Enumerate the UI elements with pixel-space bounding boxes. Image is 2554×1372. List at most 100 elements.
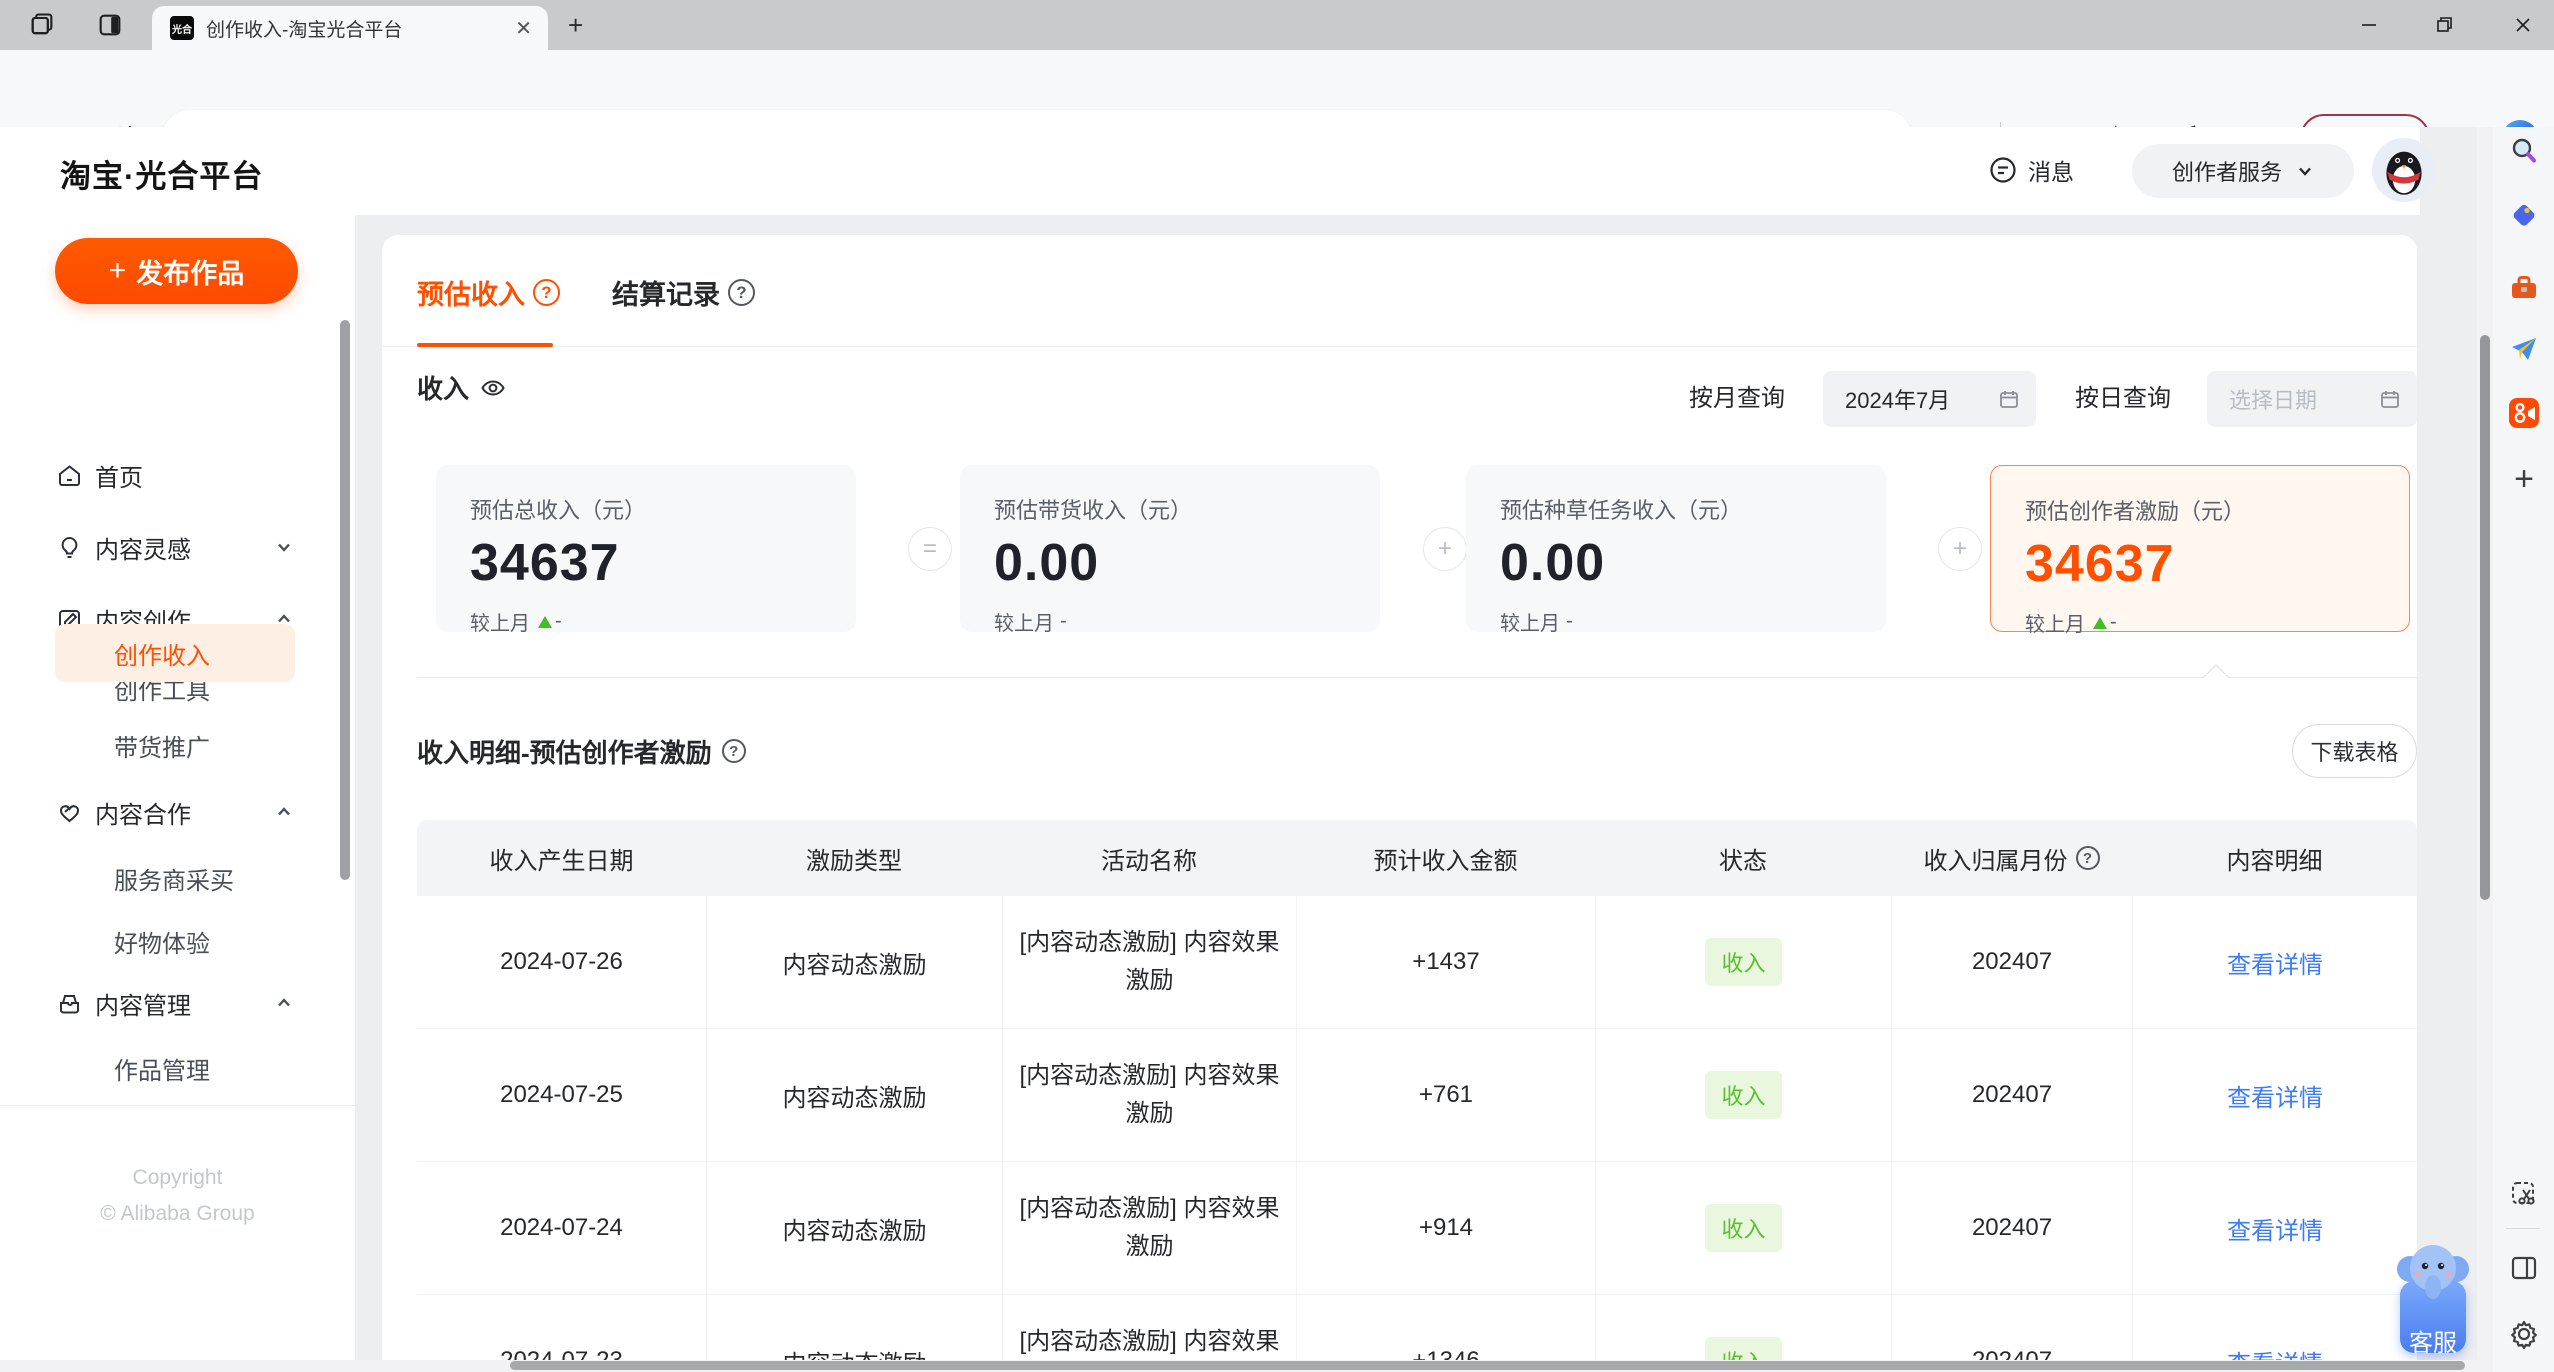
sidebar-search-icon[interactable] [2506, 133, 2542, 169]
customer-service-widget[interactable]: 客服 [2396, 1235, 2470, 1365]
sidebar-item-creation-income[interactable]: 创作收入 [55, 624, 295, 682]
table-row: 2024-07-24 内容动态激励 [内容动态激励] 内容效果激励 +914 收… [417, 1162, 2417, 1295]
status-badge: 收入 [1705, 1071, 1782, 1119]
col-income-month: 收入归属月份? [1891, 820, 2132, 896]
col-date: 收入产生日期 [489, 847, 634, 875]
sidebar-item-service-purchase[interactable]: 服务商采买 [0, 850, 355, 906]
publish-work-button[interactable]: + 发布作品 [55, 238, 298, 304]
archive-icon [60, 994, 79, 1013]
help-icon[interactable]: ? [533, 279, 560, 306]
copyright-text: Copyright © Alibaba Group [100, 1166, 255, 1225]
sidebar-item-home[interactable]: 首页 [0, 447, 355, 503]
edge-sidebar-rail: + [2493, 127, 2554, 1372]
add-to-sidebar-icon[interactable]: + [2506, 460, 2542, 498]
detail-section-title: 收入明细-预估创作者激励 [417, 737, 712, 768]
table-header-row: 收入产生日期 激励类型 活动名称 预计收入金额 状态 收入归属月份? 内容明细 [417, 820, 2417, 896]
eye-icon[interactable] [479, 374, 507, 402]
kuaishou-icon[interactable] [2506, 395, 2542, 431]
browser-titlebar: 光合 创作收入-淘宝光合平台 ✕ + [0, 0, 2554, 50]
chevron-up-icon [278, 998, 290, 1007]
sidebar-item-product-experience[interactable]: 好物体验 [0, 913, 355, 969]
trend-up-icon [538, 615, 552, 628]
messages-button[interactable]: 消息 [1988, 153, 2074, 187]
card-sales-income: 预估带货收入（元） 0.00 较上月 - [960, 465, 1380, 635]
col-activity-name: 活动名称 [1101, 847, 1197, 875]
plus-icon: + [108, 254, 127, 287]
creator-service-label: 创作者服务 [2171, 160, 2282, 185]
card-seeding-task-income: 预估种草任务收入（元） 0.00 较上月 - [1466, 465, 1886, 635]
trend-up-icon [2093, 616, 2107, 629]
month-picker-input[interactable]: 2024年7月 [1823, 371, 2036, 427]
plus-operator: + [1938, 527, 1982, 571]
message-icon [1990, 157, 2016, 183]
new-tab-button[interactable]: + [568, 10, 583, 41]
handshake-heart-icon [59, 804, 80, 822]
card-creator-incentive[interactable]: 预估创作者激励（元） 34637 较上月 - [1990, 465, 2410, 636]
income-detail-table: 收入产生日期 激励类型 活动名称 预计收入金额 状态 收入归属月份? 内容明细 … [417, 820, 2417, 1372]
page-horizontal-scrollbar[interactable] [0, 1360, 2477, 1372]
selected-card-notch [2203, 664, 2229, 690]
screenshot-icon[interactable] [2506, 1176, 2542, 1212]
view-details-link[interactable]: 查看详情 [2227, 1211, 2323, 1246]
help-icon[interactable]: ? [2075, 846, 2100, 870]
sidebar-item-works-management[interactable]: 作品管理 [0, 1040, 355, 1096]
creator-service-dropdown[interactable]: 创作者服务 [2132, 144, 2354, 198]
chevron-down-icon [2299, 167, 2311, 176]
sidebar-divider [0, 1105, 355, 1106]
toolbox-icon[interactable] [2506, 270, 2542, 306]
col-status: 状态 [1719, 847, 1767, 875]
status-badge: 收入 [1705, 1204, 1782, 1252]
elephant-mascot-icon [2397, 1245, 2469, 1299]
rail-divider [2506, 1228, 2540, 1229]
table-row: 2024-07-25 内容动态激励 [内容动态激励] 内容效果激励 +761 收… [417, 1029, 2417, 1162]
tab-estimated-income[interactable]: 预估收入 ? [417, 273, 560, 312]
sidebar-item-cooperation[interactable]: 内容合作 [0, 784, 355, 840]
page-vertical-scrollbar[interactable] [2477, 127, 2493, 1372]
chevron-down-icon [278, 543, 290, 552]
shopping-tag-icon[interactable] [2506, 198, 2542, 234]
settings-gear-icon[interactable] [2506, 1316, 2542, 1352]
workspaces-icon[interactable] [28, 11, 56, 39]
lightbulb-icon [61, 536, 78, 558]
sidebar-item-goods-promotion[interactable]: 带货推广 [0, 717, 355, 773]
window-close-button[interactable] [2506, 12, 2540, 38]
calendar-icon [2381, 391, 2399, 408]
card-total-income: 预估总收入（元） 34637 较上月 - [436, 465, 856, 635]
tab-actions-icon[interactable] [96, 11, 124, 39]
date-picker-input[interactable]: 选择日期 [2207, 371, 2417, 427]
penguin-avatar-image [2372, 138, 2436, 202]
window-restore-button[interactable] [2427, 12, 2461, 38]
paper-plane-icon[interactable] [2506, 331, 2542, 367]
col-content-detail: 内容明细 [2226, 847, 2323, 875]
help-icon[interactable]: ? [728, 279, 755, 306]
status-badge: 收入 [1705, 938, 1782, 986]
vertical-scrollbar-thumb[interactable] [2480, 335, 2490, 900]
sidebar-item-content-management[interactable]: 内容管理 [0, 975, 355, 1031]
section-divider [417, 677, 2417, 678]
user-avatar[interactable] [2372, 138, 2436, 202]
calendar-icon [2000, 391, 2018, 408]
horizontal-scrollbar-thumb[interactable] [510, 1361, 2465, 1370]
page-viewport: 淘宝·光合平台 消息 创作者服务 + 发布作品 首页 内容灵感 内容创作 创作工… [0, 127, 2477, 1372]
tab-favicon: 光合 [170, 16, 194, 40]
tab-settlement-records[interactable]: 结算记录 ? [612, 273, 755, 312]
plus-operator: + [1423, 527, 1467, 571]
window-minimize-button[interactable] [2352, 12, 2386, 38]
view-details-link[interactable]: 查看详情 [2227, 1078, 2323, 1113]
download-table-button[interactable]: 下载表格 [2292, 724, 2417, 778]
home-icon [59, 464, 80, 486]
app-logo[interactable]: 淘宝·光合平台 [60, 151, 263, 196]
browser-tab[interactable]: 光合 创作收入-淘宝光合平台 ✕ [152, 6, 548, 50]
active-tab-underline [417, 343, 553, 347]
sidebar-item-inspiration[interactable]: 内容灵感 [0, 519, 355, 575]
sidebar-panel-icon[interactable] [2506, 1250, 2542, 1286]
sidebar: + 发布作品 首页 内容灵感 内容创作 创作工具 创作收入 带货推广 内容合作 … [0, 215, 355, 1372]
tab-close-icon[interactable]: ✕ [515, 16, 532, 41]
col-estimated-amount: 预计收入金额 [1373, 847, 1518, 875]
help-icon[interactable]: ? [721, 739, 746, 763]
messages-label: 消息 [2028, 159, 2074, 185]
sidebar-scrollbar[interactable] [340, 320, 350, 880]
publish-work-label: 发布作品 [136, 258, 245, 289]
view-details-link[interactable]: 查看详情 [2227, 945, 2323, 980]
tabbar-divider [382, 346, 2417, 347]
